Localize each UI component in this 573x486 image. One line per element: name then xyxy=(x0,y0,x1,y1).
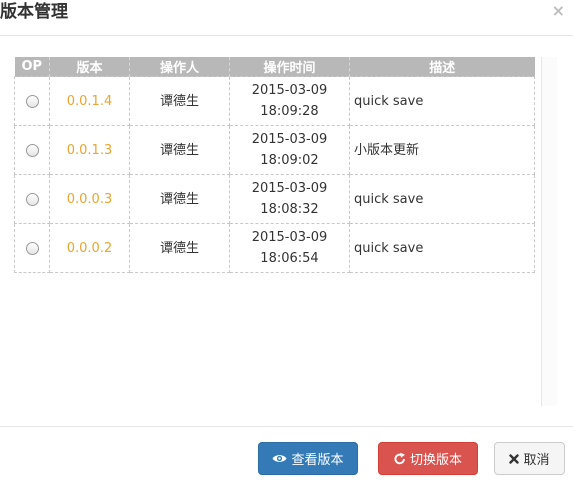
operator-cell: 谭德生 xyxy=(129,174,230,224)
dialog-title: 版本管理 xyxy=(0,2,68,22)
time-cell: 2015-03-09 18:08:32 xyxy=(229,174,350,224)
footer-divider xyxy=(0,426,573,427)
date-text: 2015-03-09 xyxy=(251,132,328,147)
row-radio[interactable] xyxy=(25,192,39,206)
clock-text: 18:09:02 xyxy=(260,153,319,168)
view-version-label: 查看版本 xyxy=(291,453,344,468)
date-text: 2015-03-09 xyxy=(251,181,328,196)
version-cell: 0.0.0.3 xyxy=(49,174,130,224)
table-row[interactable]: 0.0.0.3 谭德生 2015-03-09 18:08:32 quick sav… xyxy=(14,174,535,224)
switch-version-button[interactable]: 切换版本 xyxy=(378,442,478,475)
time-cell: 2015-03-09 18:09:28 xyxy=(229,76,350,126)
operator-cell: 谭德生 xyxy=(129,125,230,175)
row-select-cell xyxy=(14,125,50,175)
table-row[interactable]: 0.0.0.2 谭德生 2015-03-09 18:06:54 quick sav… xyxy=(14,223,535,273)
description-cell: quick save xyxy=(349,76,535,126)
column-header-op: OP xyxy=(14,57,50,77)
cancel-button[interactable]: 取消 xyxy=(494,442,565,475)
view-version-button[interactable]: 查看版本 xyxy=(258,442,358,475)
description-cell: quick save xyxy=(349,174,535,224)
version-cell: 0.0.0.2 xyxy=(49,223,130,273)
clock-text: 18:08:32 xyxy=(260,202,319,217)
dialog-close-button[interactable]: × xyxy=(552,3,565,19)
header-divider xyxy=(0,35,573,36)
row-radio[interactable] xyxy=(25,94,39,108)
table-row[interactable]: 0.0.1.3 谭德生 2015-03-09 18:09:02 小版本更新 xyxy=(14,125,535,175)
switch-version-label: 切换版本 xyxy=(409,453,462,468)
description-cell: 小版本更新 xyxy=(349,125,535,175)
table-header-row: OP 版本 操作人 操作时间 描述 xyxy=(14,57,535,77)
column-header-time: 操作时间 xyxy=(229,57,350,77)
row-select-cell xyxy=(14,76,50,126)
row-select-cell xyxy=(14,223,50,273)
row-radio[interactable] xyxy=(25,241,39,255)
operator-cell: 谭德生 xyxy=(129,76,230,126)
row-radio[interactable] xyxy=(25,143,39,157)
eye-icon xyxy=(272,453,287,464)
clock-text: 18:09:28 xyxy=(260,104,319,119)
column-header-description: 描述 xyxy=(349,57,535,77)
column-header-operator: 操作人 xyxy=(129,57,230,77)
close-icon xyxy=(509,453,520,464)
date-text: 2015-03-09 xyxy=(251,83,328,98)
cancel-label: 取消 xyxy=(523,453,550,468)
table-row[interactable]: 0.0.1.4 谭德生 2015-03-09 18:09:28 quick sav… xyxy=(14,76,535,126)
scrollbar[interactable] xyxy=(541,57,557,406)
row-select-cell xyxy=(14,174,50,224)
column-header-version: 版本 xyxy=(49,57,130,77)
version-cell: 0.0.1.3 xyxy=(49,125,130,175)
description-cell: quick save xyxy=(349,223,535,273)
refresh-icon xyxy=(394,452,406,465)
operator-cell: 谭德生 xyxy=(129,223,230,273)
version-cell: 0.0.1.4 xyxy=(49,76,130,126)
time-cell: 2015-03-09 18:09:02 xyxy=(229,125,350,175)
version-table: OP 版本 操作人 操作时间 描述 0.0.1.4 谭德生 2015-03-09… xyxy=(14,57,535,273)
clock-text: 18:06:54 xyxy=(260,251,319,266)
date-text: 2015-03-09 xyxy=(251,230,328,245)
time-cell: 2015-03-09 18:06:54 xyxy=(229,223,350,273)
